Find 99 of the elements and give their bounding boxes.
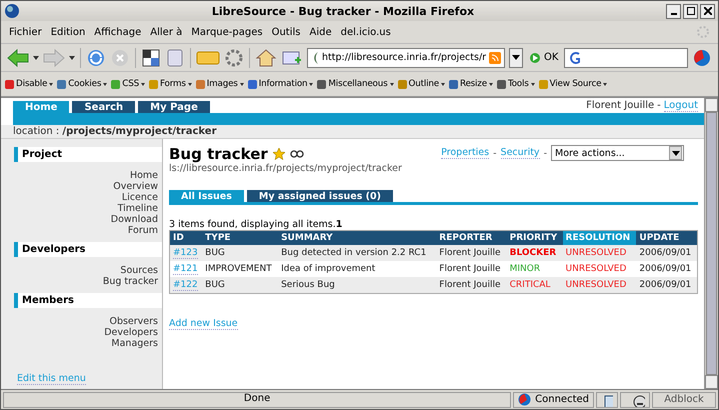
play-icon — [529, 52, 542, 64]
sidebar-item[interactable]: Timeline — [118, 203, 158, 214]
column-header[interactable]: TYPE — [202, 230, 278, 245]
status-text: Done — [3, 392, 512, 408]
table-cell: 2006/09/01 — [636, 245, 698, 261]
table-cell: BUG — [202, 277, 278, 294]
sidebar-item[interactable]: Download — [110, 214, 158, 225]
results-count: 3 items found, displaying all items.1 — [169, 219, 344, 230]
table-cell: UNRESOLVED — [562, 261, 636, 277]
toolbar-menu[interactable]: Outline — [396, 78, 445, 90]
star-icon[interactable] — [272, 148, 285, 160]
reload-icon[interactable] — [86, 48, 106, 68]
globe-icon[interactable] — [692, 48, 712, 68]
table-cell: IMPROVEMENT — [202, 261, 278, 277]
separator-dash: - — [493, 148, 497, 158]
caret-icon[interactable] — [33, 56, 39, 60]
globe-icon — [518, 393, 532, 406]
table-cell: 2006/09/01 — [636, 261, 698, 277]
table-cell: UNRESOLVED — [562, 245, 636, 261]
search-engine-icon — [568, 50, 582, 64]
table-cell: Idea of improvement — [278, 261, 436, 277]
sidebar-item[interactable]: Sources — [120, 265, 158, 276]
close-button[interactable] — [700, 4, 715, 18]
sidebar-item[interactable]: Observers — [109, 316, 158, 327]
table-cell: Florent Jouille — [436, 261, 507, 277]
address-field[interactable]: http://libresource.inria.fr/projects/r — [307, 48, 506, 68]
table-cell: Bug detected in version 2.2 RC1 — [278, 245, 436, 261]
actions-dropdown[interactable]: More actions... — [551, 145, 684, 161]
sidebar-item[interactable]: Forum — [128, 225, 158, 236]
site-tab[interactable]: My Page — [138, 101, 210, 113]
caret-icon[interactable] — [69, 56, 75, 60]
site-tab[interactable]: Search — [72, 101, 136, 113]
sidebar-heading: Project — [14, 147, 162, 162]
menu-item[interactable]: Outils — [272, 26, 300, 38]
column-header[interactable]: ID — [170, 230, 202, 245]
toolbar-menu[interactable]: Miscellaneous — [316, 78, 394, 90]
location-path: /projects/myproject/tracker — [62, 126, 217, 137]
window-icon[interactable] — [596, 392, 618, 408]
column-header[interactable]: SUMMARY — [278, 230, 436, 245]
column-header[interactable]: PRIORITY — [506, 230, 563, 245]
resource-uri: ls://libresource.inria.fr/projects/myproject/tracker — [169, 163, 402, 174]
separator-dash: - — [657, 100, 661, 112]
menu-item[interactable]: Aide — [309, 26, 332, 38]
throbber-icon — [696, 25, 710, 39]
connection-status: Connected — [513, 392, 594, 408]
menu-item[interactable]: Aller à — [150, 26, 182, 38]
maximize-icon — [686, 7, 694, 15]
menu-item[interactable]: Edition — [50, 26, 86, 38]
sidebar-item[interactable]: Overview — [113, 181, 158, 192]
table-cell: Serious Bug — [278, 277, 436, 294]
maximize-button[interactable] — [683, 4, 698, 18]
sidebar-item[interactable]: Managers — [111, 338, 158, 349]
toolbar-menu[interactable]: Information — [246, 78, 314, 90]
sidebar-heading: Developers — [14, 242, 162, 257]
priority-cell: CRITICAL — [506, 277, 563, 294]
menu-item[interactable]: Affichage — [94, 26, 142, 38]
globe-icon — [4, 3, 20, 19]
toolbar-menu[interactable]: Tools — [496, 78, 535, 90]
rss-icon[interactable] — [489, 52, 502, 64]
toolbar-menu[interactable]: View Source — [538, 78, 608, 90]
table-cell: Florent Jouille — [436, 277, 507, 294]
priority-cell: BLOCKER — [506, 245, 563, 261]
table-cell: Florent Jouille — [436, 245, 507, 261]
menu-item[interactable]: Marque-pages — [191, 26, 263, 38]
sidebar-item[interactable]: Home — [130, 170, 158, 181]
issue-tab[interactable]: My assigned issues (0) — [246, 190, 393, 202]
separator-dash: - — [544, 148, 547, 158]
sidebar-item[interactable]: Bug tracker — [102, 276, 158, 287]
toolbar-menu[interactable]: CSS — [110, 78, 145, 90]
sidebar-heading: Members — [14, 293, 162, 308]
window-title: LibreSource - Bug tracker - Mozilla Firefox — [210, 4, 476, 18]
minimize-button[interactable] — [666, 4, 681, 18]
table-cell: UNRESOLVED — [562, 277, 636, 294]
table-cell: 2006/09/01 — [636, 277, 698, 294]
close-icon — [704, 7, 712, 15]
sidebar-item[interactable]: Developers — [104, 327, 158, 338]
toolbar-menu[interactable]: Resize — [448, 78, 493, 90]
dropdown-button[interactable] — [509, 48, 524, 68]
page-title: Bug tracker — [169, 145, 268, 163]
home-icon[interactable] — [255, 48, 277, 68]
toolbar-menu[interactable]: Cookies — [56, 78, 108, 90]
search-field[interactable] — [564, 48, 688, 68]
grid-icon[interactable] — [141, 48, 161, 68]
user-name: Florent Jouille — [586, 100, 654, 112]
go-button[interactable]: OK — [527, 52, 560, 64]
toolbar-menu[interactable]: Images — [194, 78, 244, 90]
sidebar-item[interactable]: Licence — [122, 192, 158, 203]
adblock-button[interactable]: Adblock — [652, 392, 716, 408]
toolbar-menu[interactable]: Disable — [4, 78, 54, 90]
glasses-icon[interactable] — [290, 148, 304, 160]
priority-cell: MINOR — [506, 261, 563, 277]
menu-item[interactable]: Fichier — [9, 26, 42, 38]
column-header[interactable]: REPORTER — [436, 230, 507, 245]
location-label: location : — [13, 126, 60, 137]
column-header[interactable]: UPDATE — [636, 230, 698, 245]
toolbar-menu[interactable]: Forms — [148, 78, 192, 90]
table-cell: BUG — [202, 245, 278, 261]
menu-item[interactable]: del.icio.us — [340, 26, 391, 38]
scrollbar[interactable] — [704, 98, 718, 389]
